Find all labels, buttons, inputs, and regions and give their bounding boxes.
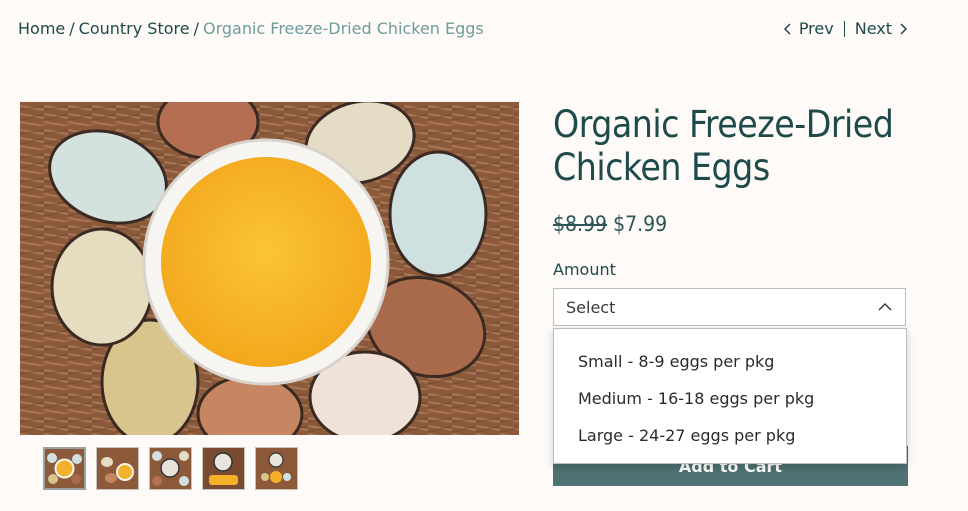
prev-label: Prev [798,19,834,38]
product-main-image[interactable] [20,102,519,435]
amount-select[interactable]: Select [553,288,906,326]
thumbnail-2[interactable] [96,447,139,490]
amount-option-large[interactable]: Large - 24-27 eggs per pkg [554,417,906,454]
breadcrumb-separator: / [193,19,199,38]
thumbnail-5[interactable] [255,447,298,490]
thumbnail-4[interactable] [202,447,245,490]
breadcrumb-country-store[interactable]: Country Store [79,19,190,38]
next-label: Next [854,19,892,38]
amount-select-value: Select [566,297,616,317]
thumbnail-3[interactable] [149,447,192,490]
amount-option-medium[interactable]: Medium - 16-18 eggs per pkg [554,380,906,417]
breadcrumb: Home / Country Store / Organic Freeze-Dried … [18,19,484,38]
breadcrumb-home[interactable]: Home [18,19,65,38]
pager-divider [843,20,845,37]
next-button[interactable]: Next [855,19,908,38]
thumbnail-strip [43,447,298,490]
amount-label: Amount [553,260,616,279]
product-price: $8.99 $7.99 [553,212,667,236]
product-title: Organic Freeze-Dried Chicken Eggs [553,103,894,189]
chevron-left-icon [783,22,791,35]
product-pager: Prev Next [783,19,908,38]
chevron-right-icon [900,22,908,35]
chevron-up-icon [878,303,892,311]
breadcrumb-current: Organic Freeze-Dried Chicken Eggs [202,19,484,38]
sale-price: $7.99 [613,212,668,236]
original-price: $8.99 [553,212,608,236]
breadcrumb-separator: / [69,19,75,38]
product-page: Home / Country Store / Organic Freeze-Dried … [0,0,968,511]
amount-option-small[interactable]: Small - 8-9 eggs per pkg [554,343,906,380]
amount-dropdown: Small - 8-9 eggs per pkg Medium - 16-18 … [553,328,907,464]
thumbnail-1[interactable] [43,447,86,490]
prev-button[interactable]: Prev [783,19,834,38]
